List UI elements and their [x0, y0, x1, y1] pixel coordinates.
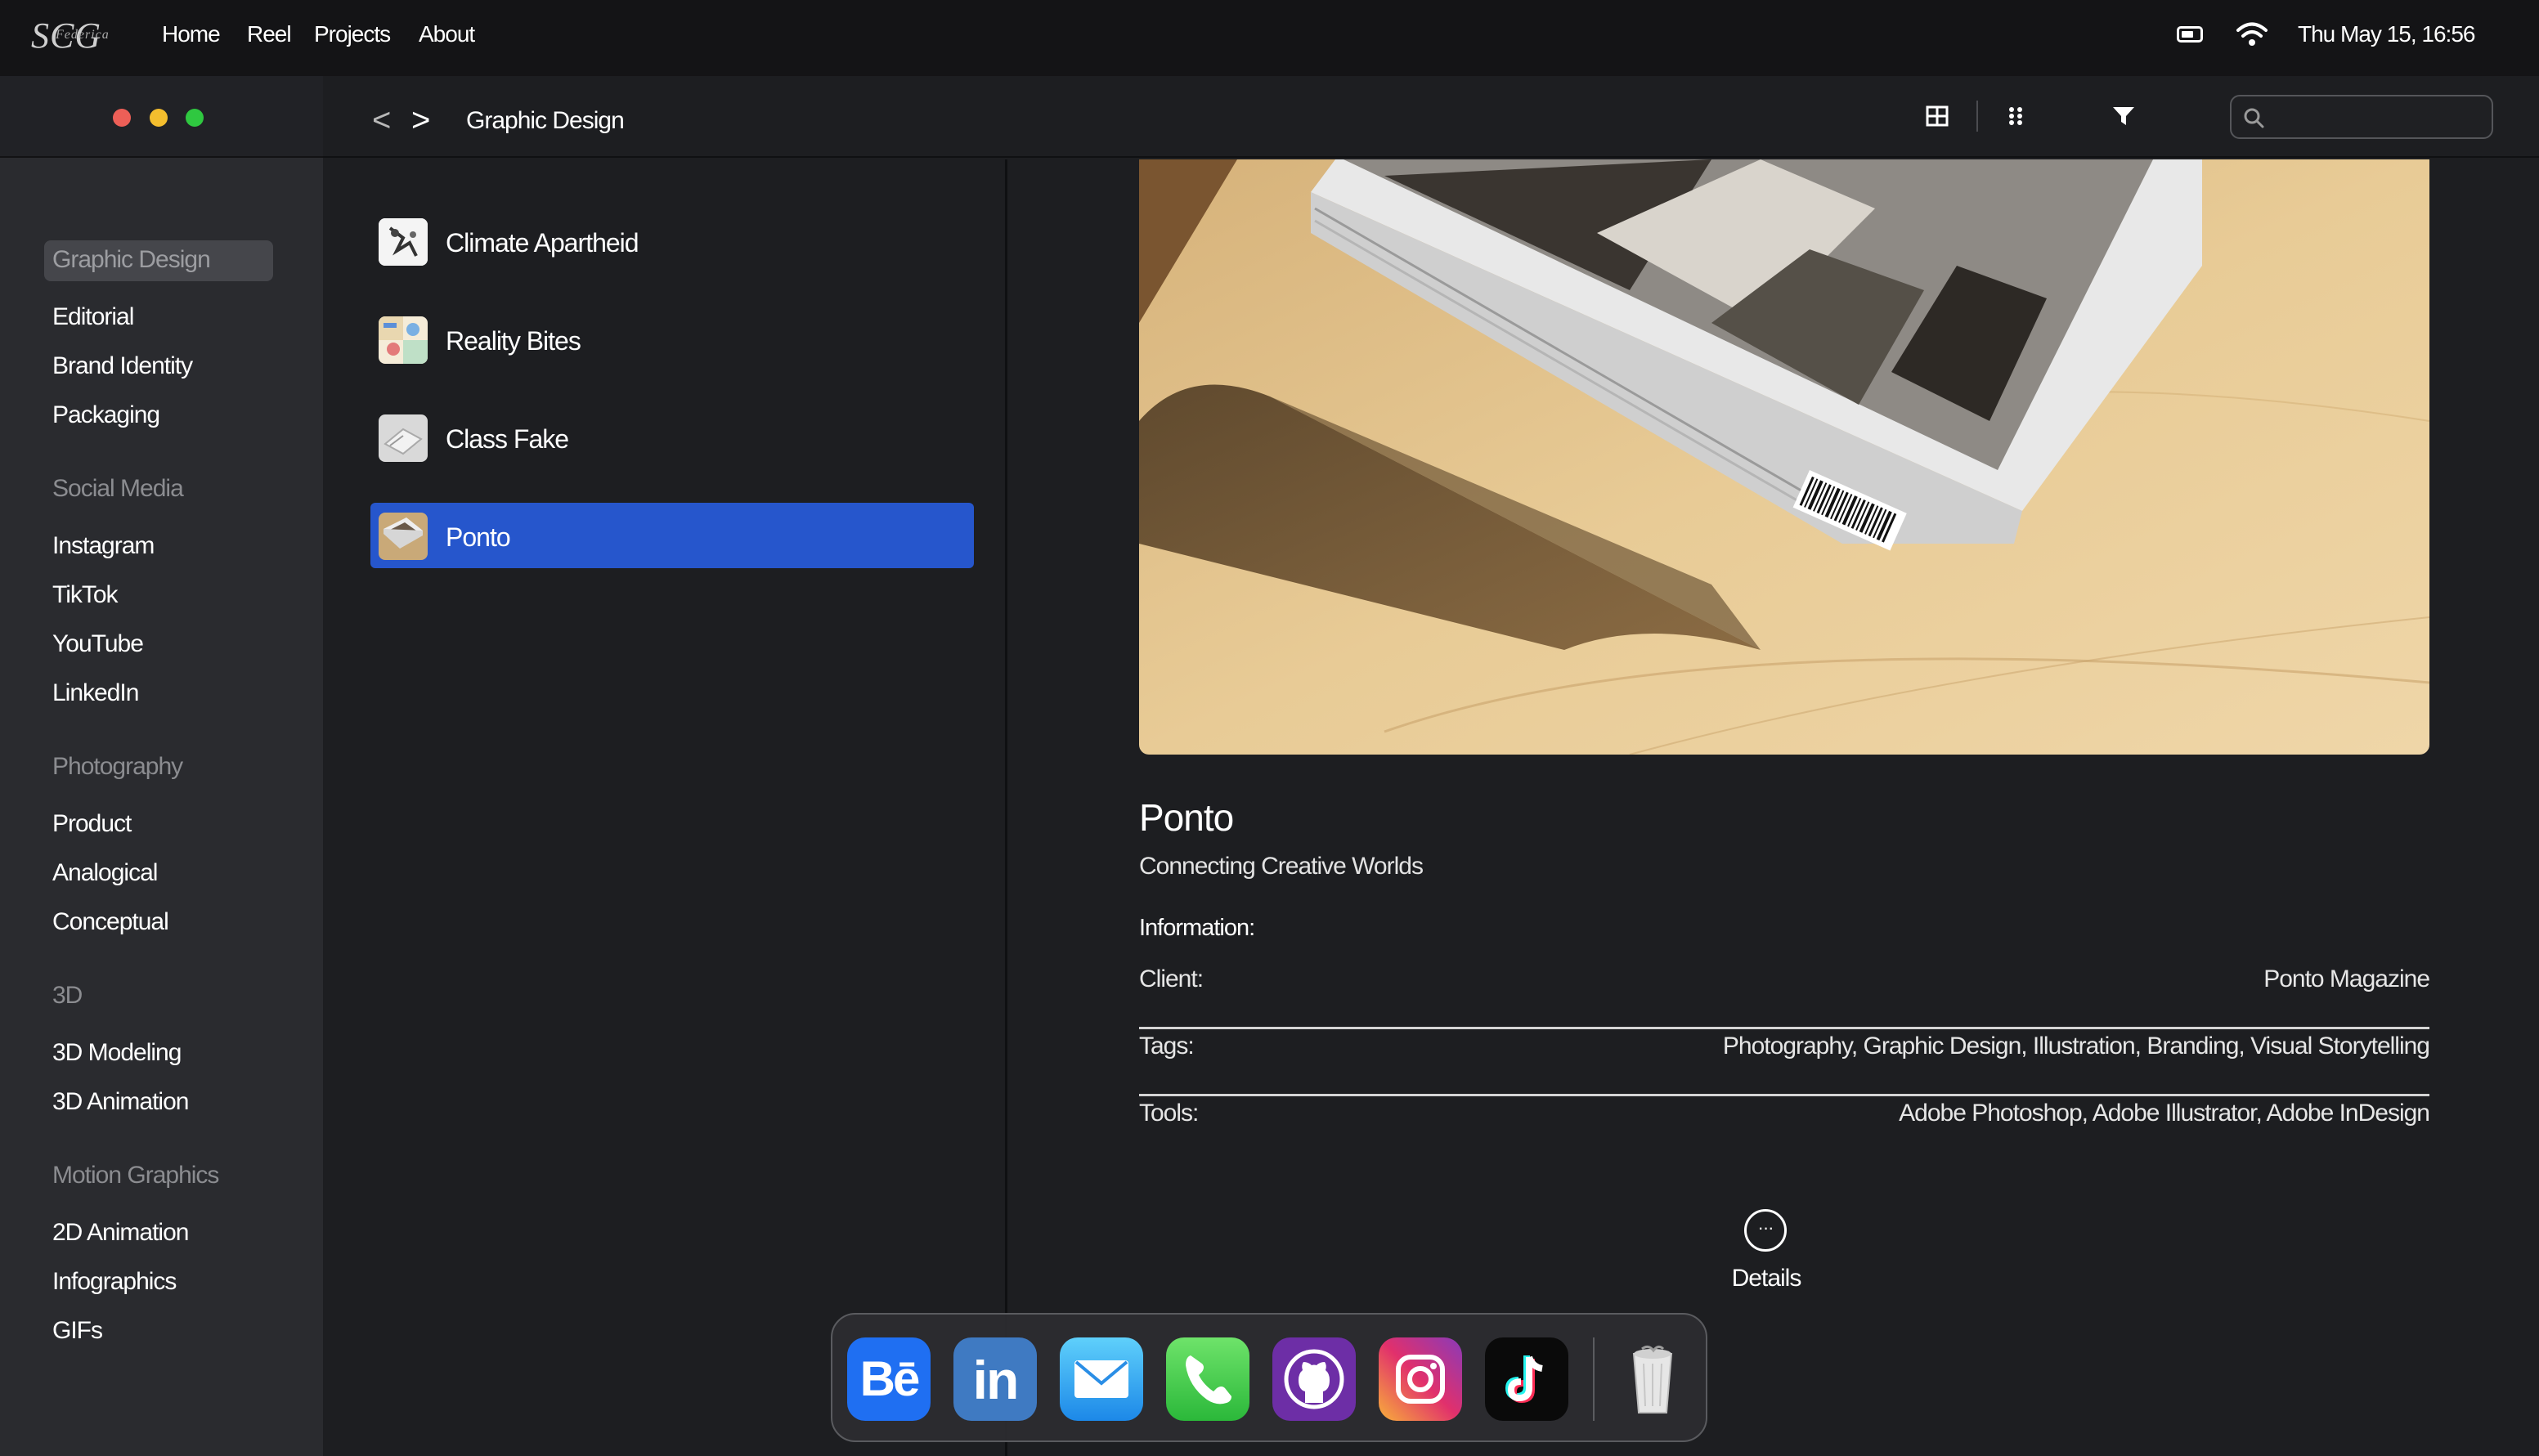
details-more-icon[interactable]: ···	[1744, 1209, 1787, 1252]
class-fake-thumbnail	[379, 414, 428, 462]
project-label: Climate Apartheid	[446, 228, 639, 258]
info-key: Tags:	[1139, 1033, 1195, 1060]
top-menu-bar: SCG Federica Home Reel Projects About Th…	[0, 0, 2539, 76]
sidebar-item-linkedin[interactable]: LinkedIn	[52, 679, 139, 707]
zoom-window-button[interactable]	[186, 109, 204, 127]
behance-icon[interactable]: Bē	[847, 1337, 931, 1421]
site-logo[interactable]: SCG Federica	[31, 15, 113, 59]
sidebar: Graphic Design Editorial Brand Identity …	[0, 76, 323, 1456]
project-title: Ponto	[1139, 796, 1234, 839]
sidebar-item-2d-animation[interactable]: 2D Animation	[52, 1219, 189, 1247]
project-detail: Ponto Connecting Creative Worlds Informa…	[1010, 159, 2539, 1456]
search-input[interactable]	[2230, 95, 2493, 139]
info-value: Adobe Photoshop, Adobe Illustrator, Adob…	[1899, 1100, 2430, 1127]
sidebar-item-brand-identity[interactable]: Brand Identity	[52, 352, 193, 380]
linkedin-logo-text: in	[972, 1350, 1020, 1410]
wifi-icon[interactable]	[2236, 20, 2268, 49]
info-row-tags: Tags: Photography, Graphic Design, Illus…	[1139, 1029, 2430, 1096]
menu-reel[interactable]: Reel	[247, 21, 292, 47]
forward-button[interactable]: >	[411, 102, 430, 139]
logo-subtext: Federica	[56, 28, 110, 42]
window-controls	[0, 76, 323, 158]
dock: Bē in	[831, 1313, 1707, 1442]
project-row-climate-apartheid[interactable]: Climate Apartheid	[370, 208, 974, 274]
climate-apartheid-thumbnail	[379, 218, 428, 266]
project-label: Class Fake	[446, 424, 569, 454]
phone-icon[interactable]	[1166, 1337, 1249, 1421]
search-icon	[2244, 108, 2264, 128]
reality-bites-thumbnail	[379, 316, 428, 364]
info-row-tools: Tools: Adobe Photoshop, Adobe Illustrato…	[1139, 1096, 2430, 1163]
close-window-button[interactable]	[113, 109, 131, 127]
back-button[interactable]: <	[372, 102, 391, 139]
filter-icon[interactable]	[2112, 105, 2135, 127]
sidebar-header-graphic-design[interactable]: Graphic Design	[52, 246, 211, 274]
icon-view-dots-icon[interactable]	[2007, 105, 2025, 127]
details-label[interactable]: Details	[1713, 1265, 1819, 1292]
folder-title: Graphic Design	[466, 107, 625, 134]
sidebar-item-3d-modeling[interactable]: 3D Modeling	[52, 1039, 182, 1067]
information-heading: Information:	[1139, 915, 1255, 941]
info-row-client: Client: Ponto Magazine	[1139, 962, 2430, 1029]
clock[interactable]: Thu May 15, 16:56	[2298, 21, 2475, 47]
sidebar-item-editorial[interactable]: Editorial	[52, 303, 134, 331]
project-hero-image	[1139, 159, 2429, 755]
project-row-class-fake[interactable]: Class Fake	[370, 405, 974, 470]
info-value: Ponto Magazine	[2263, 965, 2430, 992]
menu-about[interactable]: About	[419, 21, 475, 47]
project-row-reality-bites[interactable]: Reality Bites	[370, 307, 974, 372]
sidebar-item-infographics[interactable]: Infographics	[52, 1268, 177, 1296]
sidebar-header-3d[interactable]: 3D	[52, 982, 83, 1010]
window-toolbar: < > Graphic Design	[323, 76, 2539, 158]
menu-projects[interactable]: Projects	[314, 21, 391, 47]
project-subtitle: Connecting Creative Worlds	[1139, 853, 1424, 880]
project-label: Reality Bites	[446, 326, 581, 356]
sidebar-item-conceptual[interactable]: Conceptual	[52, 908, 169, 936]
trash-icon[interactable]	[1611, 1337, 1694, 1421]
behance-logo-text: Bē	[859, 1351, 921, 1406]
project-list: Climate Apartheid Reality Bites Class Fa…	[323, 159, 1007, 1456]
sidebar-item-instagram[interactable]: Instagram	[52, 532, 155, 560]
menu-home[interactable]: Home	[162, 21, 221, 47]
instagram-icon[interactable]	[1379, 1337, 1462, 1421]
sidebar-header-motion-graphics[interactable]: Motion Graphics	[52, 1162, 219, 1189]
info-key: Client:	[1139, 965, 1204, 992]
sidebar-item-product[interactable]: Product	[52, 810, 132, 838]
grid-view-icon[interactable]	[1926, 105, 1949, 127]
tiktok-icon[interactable]	[1485, 1337, 1568, 1421]
sidebar-item-packaging[interactable]: Packaging	[52, 401, 160, 429]
sidebar-item-gifs[interactable]: GIFs	[52, 1317, 103, 1345]
linkedin-icon[interactable]: in	[953, 1337, 1037, 1421]
dock-divider	[1593, 1337, 1595, 1421]
sidebar-header-photography[interactable]: Photography	[52, 753, 183, 781]
sidebar-item-3d-animation[interactable]: 3D Animation	[52, 1088, 189, 1116]
sidebar-item-tiktok[interactable]: TikTok	[52, 581, 119, 609]
info-value: Photography, Graphic Design, Illustratio…	[1722, 1033, 2430, 1060]
project-label: Ponto	[446, 522, 511, 552]
info-key: Tools:	[1139, 1100, 1199, 1127]
project-row-ponto[interactable]: Ponto	[370, 503, 974, 568]
minimize-window-button[interactable]	[150, 109, 168, 127]
toolbar-divider	[1976, 101, 1978, 132]
ponto-thumbnail	[379, 513, 428, 560]
sidebar-item-youtube[interactable]: YouTube	[52, 630, 144, 658]
battery-icon[interactable]	[2177, 26, 2203, 43]
mail-icon[interactable]	[1060, 1337, 1143, 1421]
sidebar-item-analogical[interactable]: Analogical	[52, 859, 158, 887]
github-icon[interactable]	[1272, 1337, 1356, 1421]
sidebar-header-social-media[interactable]: Social Media	[52, 475, 184, 503]
